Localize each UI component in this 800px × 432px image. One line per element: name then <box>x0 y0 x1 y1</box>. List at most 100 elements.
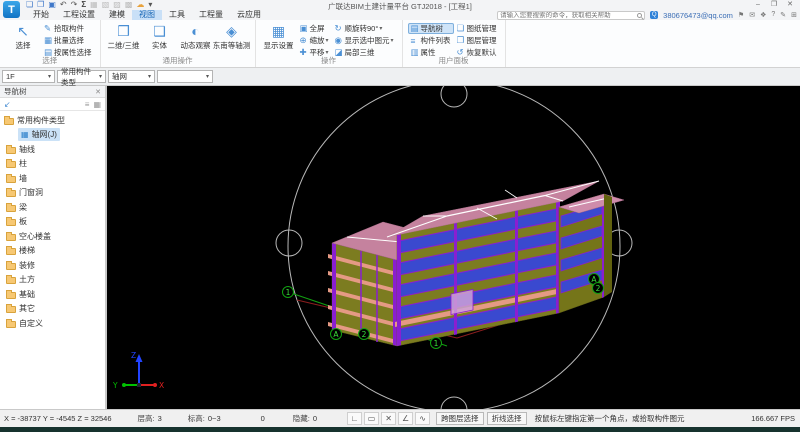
floor-height-value: 3 <box>157 414 162 423</box>
grid-view-icon[interactable]: ▦ <box>93 100 101 109</box>
tab-start[interactable]: 开始 <box>26 10 56 20</box>
tree-item[interactable]: 轴线 <box>0 142 105 157</box>
nav-tree-button[interactable]: ▤ 导航树 <box>407 23 454 34</box>
3d-viewport-svg: 1 1 A 2 A 2 Z X Y <box>112 86 633 409</box>
rotate-icon: ↻ <box>334 23 342 33</box>
angle-snap-icon[interactable]: ∠ <box>398 412 414 425</box>
component-list-button[interactable]: ≡ 构件列表 <box>408 35 454 46</box>
fullscreen-icon: ▣ <box>299 23 308 33</box>
drawing-manage-button[interactable]: ❏ 图纸管理 <box>454 23 500 34</box>
report-icon[interactable]: ▩ <box>125 0 133 10</box>
name-select[interactable]: ▾ <box>157 70 213 83</box>
3d-viewport[interactable]: 1 1 A 2 A 2 Z X Y <box>107 86 800 409</box>
batch-select-button[interactable]: ▦ 批量选择 <box>41 35 95 46</box>
tree-item[interactable]: 土方 <box>0 273 105 288</box>
category-select[interactable]: 常用构件类型 ▾ <box>57 67 106 87</box>
tree-item[interactable]: 门窗洞 <box>0 186 105 201</box>
select-cursor-icon: ↖ <box>17 23 29 39</box>
tree-item[interactable]: 装修 <box>0 258 105 273</box>
group-label-user-panel: 用户面板 <box>438 56 469 65</box>
help-search[interactable] <box>497 10 646 20</box>
view-quantity-icon[interactable]: ▦ <box>90 0 98 10</box>
check-model-icon[interactable]: ▨ <box>113 0 121 10</box>
cloud-save-icon[interactable]: ☁ <box>136 0 144 10</box>
orbit-handle-left[interactable] <box>275 229 303 257</box>
building-model[interactable] <box>328 180 625 347</box>
orbit-handle-top[interactable] <box>440 86 468 108</box>
tab-quantity[interactable]: 工程量 <box>192 10 230 20</box>
select-button[interactable]: ↖ 选择 <box>5 22 41 51</box>
tab-modeling[interactable]: 建模 <box>102 10 132 20</box>
view-table-icon[interactable]: ▧ <box>102 0 110 10</box>
tab-cloud-app[interactable]: 云应用 <box>230 10 268 20</box>
tree-item-root[interactable]: 常用构件类型 <box>0 113 105 128</box>
folder-icon <box>6 246 16 256</box>
search-input[interactable] <box>500 11 638 19</box>
cross-layer-select-button[interactable]: 跨图层选择 <box>436 412 484 425</box>
toggle-2d-3d-button[interactable]: ❒ 二维/三维 <box>106 22 142 51</box>
display-settings-button[interactable]: ▦ 显示设置 <box>261 22 297 51</box>
tab-tools[interactable]: 工具 <box>162 10 192 20</box>
element-select[interactable]: 轴网 ▾ <box>108 70 155 83</box>
rotate-90-button[interactable]: ↻ 顺旋转90° ▾ <box>332 23 397 34</box>
orbit-button[interactable]: ◐ 动态观察 <box>178 22 214 51</box>
show-selected-button[interactable]: ◉ 显示选中图元 ▾ <box>332 35 397 46</box>
tree-item[interactable]: 梁 <box>0 200 105 215</box>
solid-icon: ❑ <box>153 23 166 39</box>
help-icon[interactable]: ? <box>771 11 775 19</box>
layer-manage-button[interactable]: ❐ 图层管理 <box>454 35 500 46</box>
fullscreen-button[interactable]: ▣ 全屏 <box>297 23 332 34</box>
nav-tree-panel: 导航树 ✕ ↙ ≡ ▦ 常用构件类型 ▦ 轴网(J) 轴线 柱 墙 门窗洞 梁 … <box>0 86 107 409</box>
polyline-select-button[interactable]: 折线选择 <box>486 412 527 425</box>
hidden-value: 0 <box>312 414 318 423</box>
open-file-icon[interactable]: ❐ <box>37 0 44 10</box>
floor-select[interactable]: 1F ▾ <box>2 70 55 83</box>
apps-icon[interactable]: ❖ <box>760 11 766 19</box>
tree-item-axis-grid-selected[interactable]: ▦ 轴网(J) <box>0 128 105 143</box>
tree-item[interactable]: 基础 <box>0 287 105 302</box>
redo-icon[interactable]: ↷ <box>71 0 78 10</box>
new-file-icon[interactable]: ❏ <box>26 0 33 10</box>
window-controls: – ❐ ✕ <box>750 0 798 10</box>
line-style-icon[interactable]: ∿ <box>415 412 431 425</box>
close-panel-icon[interactable]: ✕ <box>95 88 101 96</box>
feedback-icon[interactable]: ✎ <box>780 11 786 19</box>
restore-button[interactable]: ❐ <box>766 0 782 10</box>
message-icon[interactable]: ✉ <box>749 11 755 19</box>
tree-item[interactable]: 楼梯 <box>0 244 105 259</box>
tree-item[interactable]: 墙 <box>0 171 105 186</box>
tree-item[interactable]: 空心楼盖 <box>0 229 105 244</box>
tab-view[interactable]: 视图 <box>132 10 162 20</box>
batch-select-icon: ▦ <box>44 35 53 45</box>
undo-icon[interactable]: ↶ <box>60 0 67 10</box>
workspace-icon[interactable]: ⊞ <box>791 11 797 19</box>
tree-item[interactable]: 自定义 <box>0 316 105 331</box>
pick-component-button[interactable]: ✎ 拾取构件 <box>41 23 95 34</box>
notification-icon[interactable]: ⚑ <box>738 11 744 19</box>
close-button[interactable]: ✕ <box>782 0 798 10</box>
tree-item[interactable]: 板 <box>0 215 105 230</box>
solid-button[interactable]: ❑ 实体 <box>142 22 178 51</box>
customize-qat-icon[interactable]: ▾ <box>148 0 152 10</box>
cross-cursor-icon[interactable]: ✕ <box>381 412 397 425</box>
save-icon[interactable]: ▣ <box>48 0 56 10</box>
axis-toggle-icon[interactable]: ∟ <box>347 412 363 425</box>
ribbon-tabs: 开始 工程设置 建模 视图 工具 工程量 云应用 <box>26 10 268 20</box>
tree-item[interactable]: 柱 <box>0 157 105 172</box>
minimize-button[interactable]: – <box>750 0 766 10</box>
list-view-icon[interactable]: ≡ <box>85 100 90 109</box>
folder-icon <box>6 318 16 328</box>
status-hint: 按鼠标左键指定第一个角点，或拾取构件图元 <box>534 414 685 423</box>
tab-project-settings[interactable]: 工程设置 <box>56 10 102 20</box>
triad-z-label: Z <box>131 351 136 360</box>
zoom-button[interactable]: ⊕ 缩放 ▾ <box>297 35 332 46</box>
box-select-icon[interactable]: ▭ <box>364 412 380 425</box>
statusbar: X = -38737 Y = -4545 Z = 32546 层高: 3 标高:… <box>0 409 800 427</box>
summary-calc-icon[interactable]: Σ <box>81 0 86 10</box>
account-email[interactable]: 380676473@qq.com <box>663 11 733 20</box>
southeast-isometric-button[interactable]: ◈ 东南等轴测 <box>213 22 251 51</box>
tree-item[interactable]: 其它 <box>0 302 105 317</box>
folder-icon <box>6 275 16 285</box>
orbit-handle-bottom[interactable] <box>440 396 468 409</box>
pin-panel-icon[interactable]: ↙ <box>4 100 11 109</box>
